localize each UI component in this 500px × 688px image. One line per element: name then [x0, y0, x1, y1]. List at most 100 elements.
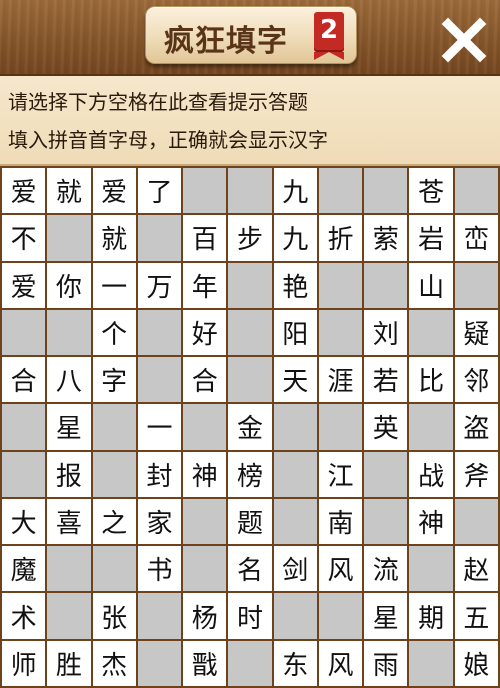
grid-cell-blank[interactable]	[273, 593, 317, 639]
grid-cell-blank[interactable]	[183, 546, 227, 592]
grid-cell-filled[interactable]: 杰	[92, 640, 136, 686]
grid-cell-filled[interactable]: 赵	[454, 546, 498, 592]
grid-cell-filled[interactable]: 九	[273, 168, 317, 214]
grid-cell-blank[interactable]	[454, 498, 498, 545]
grid-cell-filled[interactable]: 雨	[364, 640, 408, 686]
grid-cell-filled[interactable]: 家	[137, 498, 182, 545]
grid-cell-filled[interactable]: 爱	[2, 262, 46, 308]
grid-cell-filled[interactable]: 娘	[454, 640, 498, 686]
grid-cell-filled[interactable]: 字	[92, 357, 136, 403]
grid-cell-filled[interactable]: 术	[2, 593, 46, 639]
grid-cell-filled[interactable]: 斧	[454, 451, 498, 497]
grid-cell-blank[interactable]	[318, 262, 363, 308]
grid-cell-blank[interactable]	[47, 593, 91, 639]
grid-cell-blank[interactable]	[228, 640, 272, 686]
grid-cell-filled[interactable]: 苍	[409, 168, 453, 214]
grid-cell-filled[interactable]: 风	[318, 640, 363, 686]
grid-cell-blank[interactable]	[137, 215, 182, 261]
grid-cell-filled[interactable]: 大	[2, 498, 46, 545]
grid-cell-filled[interactable]: 峦	[454, 215, 498, 261]
grid-cell-filled[interactable]: 山	[409, 262, 453, 308]
grid-cell-blank[interactable]	[318, 168, 363, 214]
grid-cell-blank[interactable]	[409, 404, 453, 450]
grid-cell-blank[interactable]	[2, 309, 46, 356]
grid-cell-filled[interactable]: 八	[47, 357, 91, 403]
grid-cell-filled[interactable]: 比	[409, 357, 453, 403]
grid-cell-filled[interactable]: 疑	[454, 309, 498, 356]
grid-cell-filled[interactable]: 书	[137, 546, 182, 592]
grid-cell-filled[interactable]: 东	[273, 640, 317, 686]
grid-cell-blank[interactable]	[318, 309, 363, 356]
grid-cell-blank[interactable]	[454, 262, 498, 308]
grid-cell-filled[interactable]: 就	[47, 168, 91, 214]
grid-cell-filled[interactable]: 爱	[92, 168, 136, 214]
grid-cell-blank[interactable]	[409, 546, 453, 592]
grid-cell-blank[interactable]	[454, 168, 498, 214]
grid-cell-filled[interactable]: 岩	[409, 215, 453, 261]
grid-cell-filled[interactable]: 年	[183, 262, 227, 308]
grid-cell-blank[interactable]	[409, 640, 453, 686]
grid-cell-filled[interactable]: 榜	[228, 451, 272, 497]
grid-cell-blank[interactable]	[2, 451, 46, 497]
grid-cell-filled[interactable]: 万	[137, 262, 182, 308]
grid-cell-filled[interactable]: 不	[2, 215, 46, 261]
grid-cell-filled[interactable]: 南	[318, 498, 363, 545]
grid-cell-filled[interactable]: 期	[409, 593, 453, 639]
grid-cell-blank[interactable]	[2, 404, 46, 450]
grid-cell-blank[interactable]	[137, 640, 182, 686]
grid-cell-blank[interactable]	[47, 546, 91, 592]
grid-cell-filled[interactable]: 戬	[183, 640, 227, 686]
grid-cell-blank[interactable]	[318, 593, 363, 639]
grid-cell-filled[interactable]: 流	[364, 546, 408, 592]
grid-cell-blank[interactable]	[183, 404, 227, 450]
grid-cell-filled[interactable]: 喜	[47, 498, 91, 545]
grid-cell-filled[interactable]: 之	[92, 498, 136, 545]
grid-cell-blank[interactable]	[47, 309, 91, 356]
grid-cell-blank[interactable]	[364, 168, 408, 214]
grid-cell-filled[interactable]: 刘	[364, 309, 408, 356]
grid-cell-filled[interactable]: 一	[92, 262, 136, 308]
grid-cell-filled[interactable]: 五	[454, 593, 498, 639]
grid-cell-filled[interactable]: 盗	[454, 404, 498, 450]
grid-cell-filled[interactable]: 爱	[2, 168, 46, 214]
grid-cell-filled[interactable]: 英	[364, 404, 408, 450]
grid-cell-filled[interactable]: 百	[183, 215, 227, 261]
grid-cell-blank[interactable]	[92, 546, 136, 592]
grid-cell-blank[interactable]	[228, 357, 272, 403]
grid-cell-filled[interactable]: 若	[364, 357, 408, 403]
grid-cell-filled[interactable]: 报	[47, 451, 91, 497]
grid-cell-filled[interactable]: 魔	[2, 546, 46, 592]
grid-cell-filled[interactable]: 张	[92, 593, 136, 639]
grid-cell-blank[interactable]	[137, 357, 182, 403]
grid-cell-blank[interactable]	[183, 498, 227, 545]
grid-cell-filled[interactable]: 个	[92, 309, 136, 356]
grid-cell-filled[interactable]: 胜	[47, 640, 91, 686]
grid-cell-blank[interactable]	[364, 451, 408, 497]
grid-cell-filled[interactable]: 一	[137, 404, 182, 450]
grid-cell-blank[interactable]	[183, 168, 227, 214]
grid-cell-filled[interactable]: 神	[183, 451, 227, 497]
grid-cell-filled[interactable]: 好	[183, 309, 227, 356]
grid-cell-filled[interactable]: 风	[318, 546, 363, 592]
grid-cell-blank[interactable]	[318, 404, 363, 450]
grid-cell-filled[interactable]: 涯	[318, 357, 363, 403]
grid-cell-blank[interactable]	[273, 451, 317, 497]
grid-cell-filled[interactable]: 艳	[273, 262, 317, 308]
grid-cell-filled[interactable]: 你	[47, 262, 91, 308]
grid-cell-blank[interactable]	[273, 498, 317, 545]
grid-cell-filled[interactable]: 杨	[183, 593, 227, 639]
grid-cell-filled[interactable]: 阳	[273, 309, 317, 356]
grid-cell-filled[interactable]: 天	[273, 357, 317, 403]
grid-cell-blank[interactable]	[137, 309, 182, 356]
grid-cell-blank[interactable]	[92, 404, 136, 450]
grid-cell-filled[interactable]: 师	[2, 640, 46, 686]
grid-cell-blank[interactable]	[92, 451, 136, 497]
grid-cell-blank[interactable]	[273, 404, 317, 450]
grid-cell-filled[interactable]: 折	[318, 215, 363, 261]
grid-cell-filled[interactable]: 剑	[273, 546, 317, 592]
grid-cell-blank[interactable]	[409, 309, 453, 356]
grid-cell-filled[interactable]: 了	[137, 168, 182, 214]
grid-cell-blank[interactable]	[228, 309, 272, 356]
grid-cell-filled[interactable]: 步	[228, 215, 272, 261]
grid-cell-filled[interactable]: 邻	[454, 357, 498, 403]
